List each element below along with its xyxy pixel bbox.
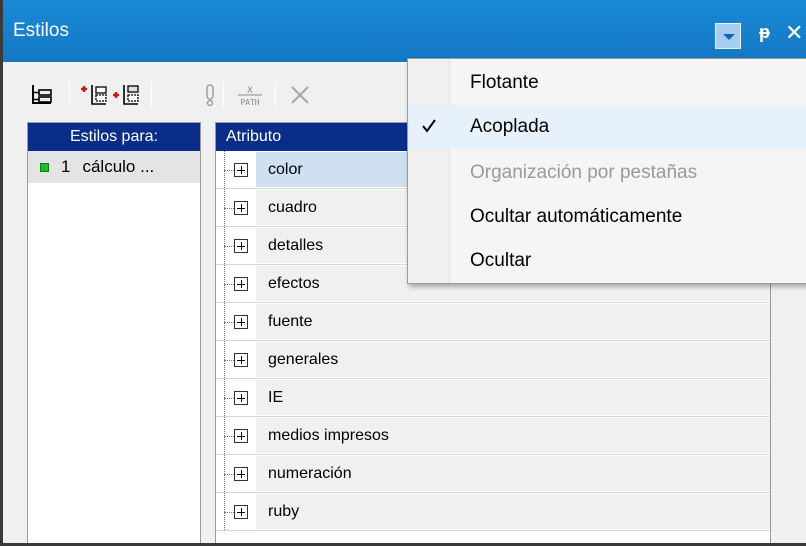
tree-line bbox=[224, 360, 234, 361]
tree-view-icon[interactable] bbox=[27, 80, 57, 110]
panel-splitter[interactable] bbox=[203, 122, 213, 546]
tree-line bbox=[224, 322, 234, 323]
item-label: cálculo ... bbox=[82, 157, 155, 176]
tree-line bbox=[224, 474, 234, 475]
expand-icon[interactable] bbox=[234, 277, 248, 291]
menu-item-label: Flotante bbox=[470, 72, 539, 93]
xpath-icon[interactable]: X PATH bbox=[235, 80, 265, 110]
menu-item-label: Acoplada bbox=[470, 116, 550, 137]
expand-icon[interactable] bbox=[234, 429, 248, 443]
tree-line bbox=[224, 246, 234, 247]
expand-icon[interactable] bbox=[234, 467, 248, 481]
tree-line bbox=[224, 208, 234, 209]
checkmark-icon bbox=[422, 119, 436, 133]
attribute-label: IE bbox=[256, 380, 770, 415]
attribute-label: fuente bbox=[256, 304, 770, 339]
tree-line bbox=[224, 512, 234, 513]
list-item[interactable]: 1 cálculo ... bbox=[28, 151, 200, 183]
tree-line bbox=[224, 436, 234, 437]
toolbar-separator bbox=[69, 82, 70, 108]
table-row[interactable]: fuente bbox=[216, 303, 770, 341]
dock-options-menu: Flotante Acoplada Organización por pestaña… bbox=[407, 58, 806, 284]
expand-icon[interactable] bbox=[234, 315, 248, 329]
expand-icon[interactable] bbox=[234, 391, 248, 405]
title-bar[interactable]: Estilos ᵽ ✕ bbox=[3, 0, 806, 62]
attribute-label: numeración bbox=[256, 456, 770, 491]
add-style-icon[interactable] bbox=[79, 80, 109, 110]
expand-icon[interactable] bbox=[234, 353, 248, 367]
chevron-down-icon[interactable] bbox=[715, 23, 741, 49]
delete-icon[interactable] bbox=[285, 80, 315, 110]
styles-for-header: Estilos para: bbox=[28, 123, 200, 151]
toolbar-separator bbox=[151, 82, 152, 108]
attribute-label: medios impresos bbox=[256, 418, 770, 453]
table-row[interactable]: generales bbox=[216, 341, 770, 379]
menu-item-label: Ocultar automáticamente bbox=[470, 206, 683, 227]
tree-line bbox=[224, 284, 234, 285]
toolbar-separator bbox=[223, 82, 224, 108]
tree-line bbox=[224, 398, 234, 399]
menu-item[interactable]: Acoplada bbox=[408, 105, 806, 149]
close-icon[interactable]: ✕ bbox=[785, 20, 803, 46]
expand-icon[interactable] bbox=[234, 163, 248, 177]
expand-icon[interactable] bbox=[234, 505, 248, 519]
pin-icon[interactable]: ᵽ bbox=[759, 22, 770, 43]
svg-text:PATH: PATH bbox=[240, 98, 259, 107]
expand-icon[interactable] bbox=[234, 239, 248, 253]
table-row[interactable]: numeración bbox=[216, 455, 770, 493]
table-row[interactable]: IE bbox=[216, 379, 770, 417]
stylesheet-dot-icon bbox=[40, 162, 49, 172]
tree-line bbox=[224, 170, 234, 171]
menu-item-label: Ocultar bbox=[470, 250, 532, 271]
attribute-label: ruby bbox=[256, 494, 770, 529]
styles-window: Estilos ᵽ ✕ X PATH Estilos para: 1 cálcu… bbox=[0, 0, 806, 546]
menu-item[interactable]: Ocultar bbox=[408, 239, 806, 283]
attribute-label: generales bbox=[256, 342, 770, 377]
table-row[interactable]: medios impresos bbox=[216, 417, 770, 455]
menu-item[interactable]: Flotante bbox=[408, 61, 806, 105]
expand-icon[interactable] bbox=[234, 201, 248, 215]
styles-for-panel: Estilos para: 1 cálculo ... bbox=[27, 122, 201, 546]
item-number: 1 bbox=[61, 157, 71, 176]
toolbar-separator bbox=[275, 82, 276, 108]
menu-item: Organización por pestañas bbox=[408, 151, 806, 195]
menu-item[interactable]: Ocultar automáticamente bbox=[408, 195, 806, 239]
toolbar: X PATH bbox=[3, 74, 423, 118]
menu-item-label: Organización por pestañas bbox=[470, 162, 698, 183]
window-title: Estilos bbox=[13, 20, 69, 41]
table-row[interactable]: ruby bbox=[216, 493, 770, 531]
important-icon[interactable] bbox=[195, 80, 225, 110]
insert-style-icon[interactable] bbox=[111, 80, 141, 110]
